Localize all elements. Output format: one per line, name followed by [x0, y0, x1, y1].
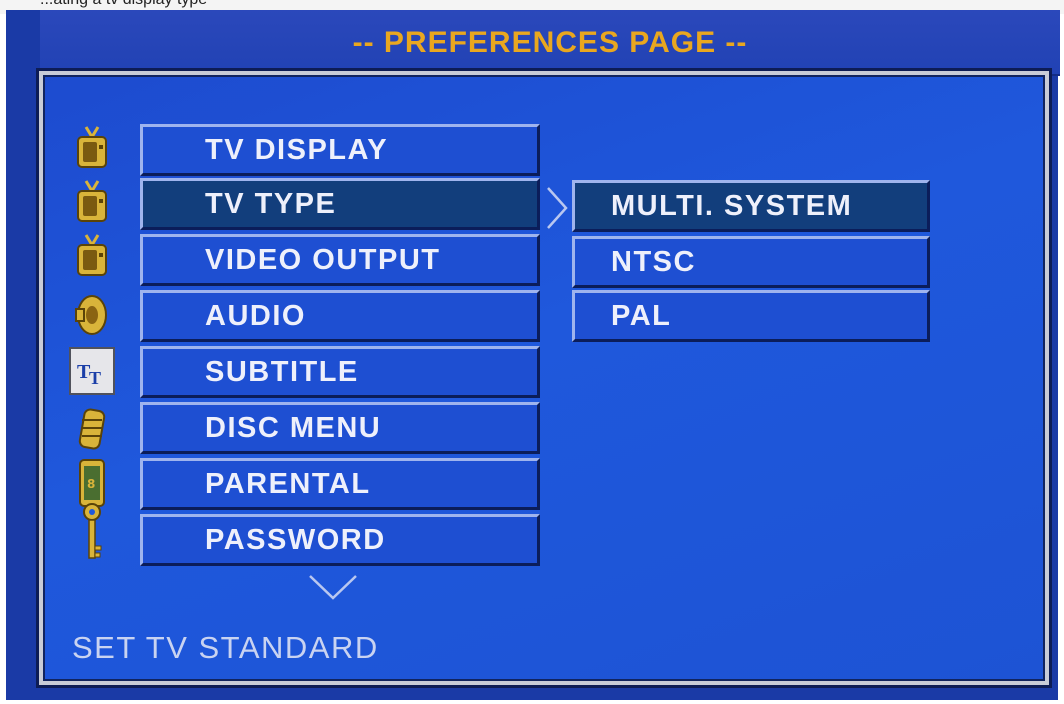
scroll-down-arrow-icon[interactable]	[306, 572, 360, 602]
option-ntsc[interactable]: NTSC	[572, 236, 930, 288]
menu-item-video-output[interactable]: VIDEO OUTPUT	[140, 234, 540, 286]
menu-item-label: PASSWORD	[205, 523, 386, 556]
status-hint: SET TV STANDARD	[72, 630, 379, 665]
parental-icon: 8	[64, 458, 120, 508]
speaker-icon	[64, 290, 120, 340]
tv-icon	[64, 124, 120, 174]
menu-item-label: VIDEO OUTPUT	[205, 243, 441, 276]
menu-item-disc-menu[interactable]: DISC MENU	[140, 402, 540, 454]
option-label: PAL	[611, 299, 672, 332]
menu-item-tv-display[interactable]: TV DISPLAY	[140, 124, 540, 176]
option-label: NTSC	[611, 245, 696, 278]
option-multi-system[interactable]: MULTI. SYSTEM	[572, 180, 930, 232]
key-icon	[64, 503, 120, 559]
subtitle-icon: T T	[64, 346, 120, 396]
menu-item-subtitle[interactable]: SUBTITLE	[140, 346, 540, 398]
menu-item-label: DISC MENU	[205, 411, 382, 444]
caption-text: ...ating a tv display type	[40, 0, 207, 9]
disc-menu-icon	[64, 404, 120, 454]
menu-item-label: TV TYPE	[205, 187, 337, 220]
svg-text:8: 8	[87, 477, 95, 491]
menu-item-label: PARENTAL	[205, 467, 371, 500]
menu-item-parental[interactable]: PARENTAL	[140, 458, 540, 510]
page-title: -- PREFERENCES PAGE --	[352, 26, 748, 59]
menu-item-password[interactable]: PASSWORD	[140, 514, 540, 566]
header-bar: -- PREFERENCES PAGE --	[40, 10, 1060, 76]
menu-item-audio[interactable]: AUDIO	[140, 290, 540, 342]
option-pal[interactable]: PAL	[572, 290, 930, 342]
option-label: MULTI. SYSTEM	[611, 189, 853, 222]
menu-item-label: SUBTITLE	[205, 355, 359, 388]
svg-text:T: T	[89, 368, 101, 388]
menu-item-tv-type[interactable]: TV TYPE	[140, 178, 540, 230]
tv-icon	[64, 178, 120, 228]
menu-item-label: AUDIO	[205, 299, 306, 332]
menu-item-label: TV DISPLAY	[205, 133, 389, 166]
tv-icon	[64, 232, 120, 282]
chevron-right-icon	[547, 187, 568, 229]
